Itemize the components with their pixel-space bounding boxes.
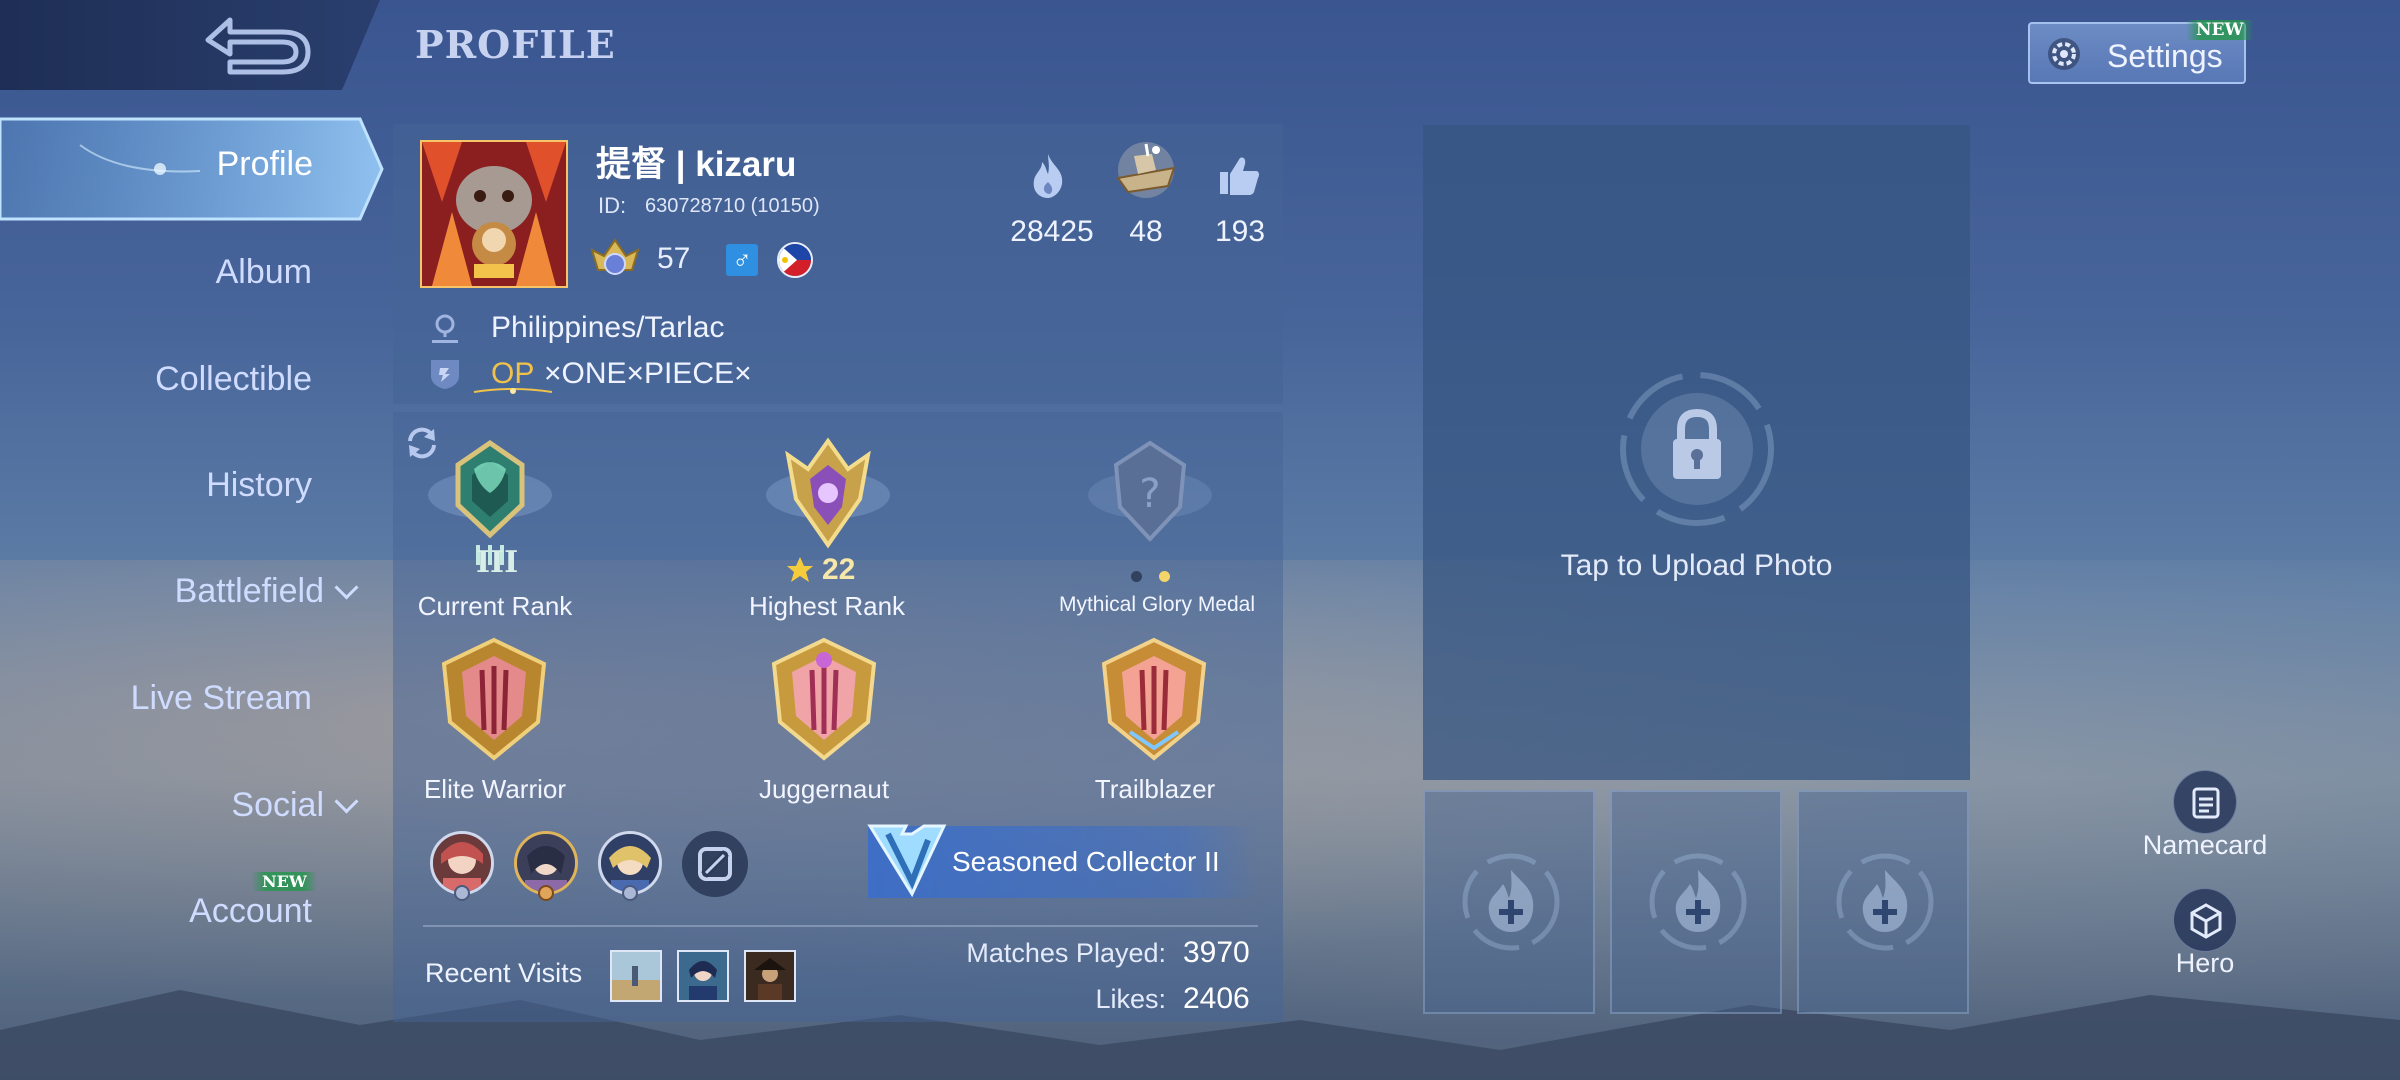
popularity-flame-icon (1033, 154, 1063, 198)
player-id-label: ID: (598, 193, 627, 218)
sidebar-item-label: Live Stream (130, 679, 312, 717)
collector-v-emblem-icon (867, 824, 947, 898)
hero-button[interactable]: Hero (2132, 888, 2278, 979)
thumbs-up-icon (1220, 157, 1260, 195)
sidebar-item-battlefield[interactable]: Battlefield (174, 572, 359, 611)
sidebar-item-history[interactable]: History (206, 466, 312, 505)
trailblazer-medal-icon[interactable] (1092, 636, 1216, 764)
sidebar-item-account[interactable]: Account (189, 892, 312, 931)
location-pin-icon (432, 314, 458, 343)
collector-title-label: Seasoned Collector II (952, 846, 1220, 877)
player-id-value[interactable]: 630728710 (10150) (645, 195, 820, 218)
add-photo-icon (1462, 853, 1560, 951)
upload-photo-panel[interactable]: Tap to Upload Photo (1423, 125, 1970, 780)
sidebar-item-social[interactable]: Social (231, 786, 359, 825)
hero-badge-icon (622, 885, 638, 901)
elite-warrior-medal-icon[interactable] (432, 636, 556, 764)
hero-badge-icon (538, 885, 554, 901)
highest-rank-stars: 22 (822, 553, 856, 586)
juggernaut-label: Juggernaut (758, 774, 890, 804)
add-photo-icon (1649, 853, 1747, 951)
sidebar-item-album[interactable]: Album (216, 253, 312, 292)
total-likes-value: 2406 (1183, 982, 1250, 1015)
elite-warrior-label: Elite Warrior (423, 774, 567, 804)
male-gender-icon: ♂ (726, 244, 758, 276)
page-title: PROFILE (415, 22, 616, 67)
sidebar-item-label: Account (189, 892, 312, 930)
namecard-icon (2173, 770, 2237, 834)
philippines-flag-icon (777, 242, 813, 278)
current-rank-tier: III (476, 545, 519, 580)
matches-played-value: 3970 (1183, 936, 1250, 969)
back-arrow-icon (205, 17, 311, 75)
star-icon (787, 557, 813, 582)
popularity-value: 28425 (1010, 215, 1094, 248)
squad-name: ×ONE×PIECE× (544, 357, 752, 390)
recent-visits-label: Recent Visits (425, 958, 583, 988)
account-new-badge: NEW (252, 872, 317, 891)
sidebar-item-label: Collectible (155, 360, 312, 398)
settings-label: Settings (2107, 38, 2223, 74)
juggernaut-medal-icon[interactable] (762, 636, 886, 764)
likes-value: 193 (1214, 215, 1266, 248)
active-tab-background (0, 117, 384, 221)
collector-title-badge[interactable]: Seasoned Collector II (867, 824, 1258, 898)
sidebar-item-label: History (206, 466, 312, 504)
sidebar-item-collectible[interactable]: Collectible (155, 360, 312, 399)
squad-shield-icon (431, 360, 459, 389)
matches-played-label: Matches Played: (966, 938, 1166, 968)
charm-ship-icon (1116, 142, 1176, 198)
cube-icon (2173, 888, 2237, 952)
page-dot-2 (1159, 571, 1170, 582)
avatar[interactable] (420, 140, 568, 288)
sidebar-item-label: Profile (216, 145, 313, 183)
avatar-image (422, 142, 566, 286)
highest-rank-label: Highest Rank (748, 591, 906, 621)
recent-visitor-thumbnail[interactable] (610, 950, 662, 1002)
chevron-down-icon (334, 575, 359, 600)
sidebar-item-label: Album (215, 253, 312, 291)
chevron-down-icon (334, 789, 359, 814)
edit-pencil-icon (698, 847, 732, 881)
edit-heroes-button[interactable] (682, 831, 748, 897)
add-photo-icon (1836, 853, 1934, 951)
likes-label: Likes: (1095, 984, 1166, 1014)
svg-text:?: ? (1139, 471, 1160, 517)
level-badge-icon (590, 238, 640, 275)
hero-badge-icon (454, 885, 470, 901)
sidebar-item-label: Social (231, 786, 324, 824)
lock-icon (1620, 372, 1774, 526)
photo-slot-3[interactable] (1797, 790, 1969, 1014)
gear-icon (2048, 38, 2080, 70)
charm-value: 48 (1129, 215, 1163, 248)
recent-visitor-thumbnail[interactable] (744, 950, 796, 1002)
namecard-button[interactable]: Namecard (2132, 770, 2278, 861)
sidebar-item-label: Battlefield (174, 572, 324, 610)
mythical-glory-medal-locked-icon[interactable]: ? (1070, 435, 1230, 565)
sidebar-item-profile[interactable]: Profile (0, 115, 385, 223)
recent-visitor-thumbnail[interactable] (677, 950, 729, 1002)
photo-slot-1[interactable] (1423, 790, 1595, 1014)
mythical-glory-medal-label: Mythical Glory Medal (1058, 593, 1256, 616)
divider (423, 925, 1258, 927)
current-rank-label: Current Rank (417, 591, 573, 621)
back-button[interactable] (190, 10, 320, 80)
sidebar-item-live-stream[interactable]: Live Stream (131, 679, 312, 718)
trailblazer-label: Trailblazer (1094, 774, 1216, 804)
highest-rank-emblem-icon[interactable] (748, 435, 908, 565)
page-dot-1 (1131, 571, 1142, 582)
photo-slot-2[interactable] (1610, 790, 1782, 1014)
settings-new-badge: NEW (2186, 20, 2254, 40)
location-text: Philippines/Tarlac (491, 311, 725, 344)
player-name: 提督 | kizaru (596, 145, 797, 184)
upload-photo-label: Tap to Upload Photo (1560, 549, 1833, 582)
player-level: 57 (657, 242, 691, 275)
